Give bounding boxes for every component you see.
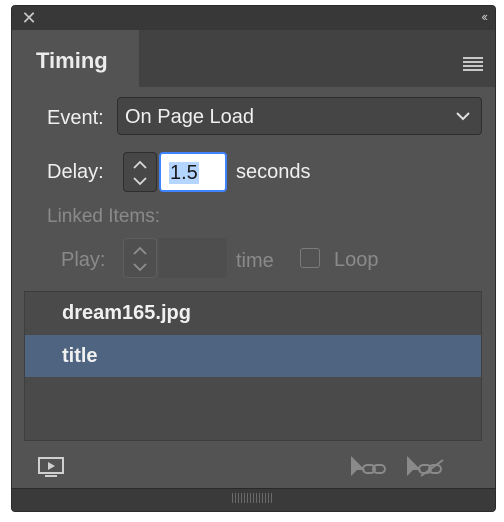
- delay-unit-label: seconds: [236, 161, 311, 183]
- stepper-up-icon[interactable]: [131, 158, 149, 172]
- event-dropdown[interactable]: On Page Load: [117, 97, 482, 135]
- list-item[interactable]: title: [25, 335, 481, 377]
- time-label: time: [236, 250, 274, 272]
- chevron-down-icon: [456, 112, 470, 121]
- delay-input[interactable]: 1.5: [159, 152, 227, 192]
- double-chevron-left-icon[interactable]: ‹‹: [481, 9, 488, 24]
- delay-input-value: 1.5: [169, 162, 199, 184]
- link-items-icon[interactable]: [349, 454, 389, 478]
- play-stepper[interactable]: [123, 238, 157, 278]
- stepper-down-icon[interactable]: [131, 174, 149, 188]
- delay-label: Delay:: [47, 161, 104, 183]
- list-item-label: title: [62, 345, 98, 367]
- event-dropdown-value: On Page Load: [125, 106, 254, 128]
- stepper-down-icon[interactable]: [131, 260, 149, 274]
- play-count-input[interactable]: [159, 238, 227, 278]
- close-icon[interactable]: ✕: [19, 8, 39, 28]
- panel-titlebar: ✕ ‹‹: [12, 6, 495, 30]
- panel-tabbar: Timing: [12, 30, 495, 87]
- list-item[interactable]: dream165.jpg: [25, 292, 481, 334]
- delay-stepper[interactable]: [123, 152, 157, 192]
- linked-items-heading: Linked Items:: [47, 206, 160, 227]
- hamburger-menu-icon[interactable]: [463, 57, 483, 71]
- panel-resize-footer: [12, 488, 495, 511]
- loop-label: Loop: [334, 249, 379, 271]
- loop-checkbox[interactable]: [300, 248, 320, 268]
- tab-timing[interactable]: Timing: [12, 30, 139, 87]
- event-label: Event:: [47, 107, 104, 129]
- list-item-label: dream165.jpg: [62, 302, 191, 324]
- preview-monitor-icon[interactable]: [37, 456, 65, 478]
- resize-grip-icon[interactable]: [232, 493, 272, 503]
- play-label: Play:: [61, 249, 106, 271]
- unlink-items-icon[interactable]: [405, 454, 445, 478]
- stepper-up-icon[interactable]: [131, 244, 149, 258]
- timing-panel: ✕ ‹‹ Timing Event: On Page Load Delay: 1…: [11, 5, 496, 512]
- timing-items-list[interactable]: dream165.jpg title: [24, 291, 482, 441]
- tab-timing-label: Timing: [36, 48, 108, 73]
